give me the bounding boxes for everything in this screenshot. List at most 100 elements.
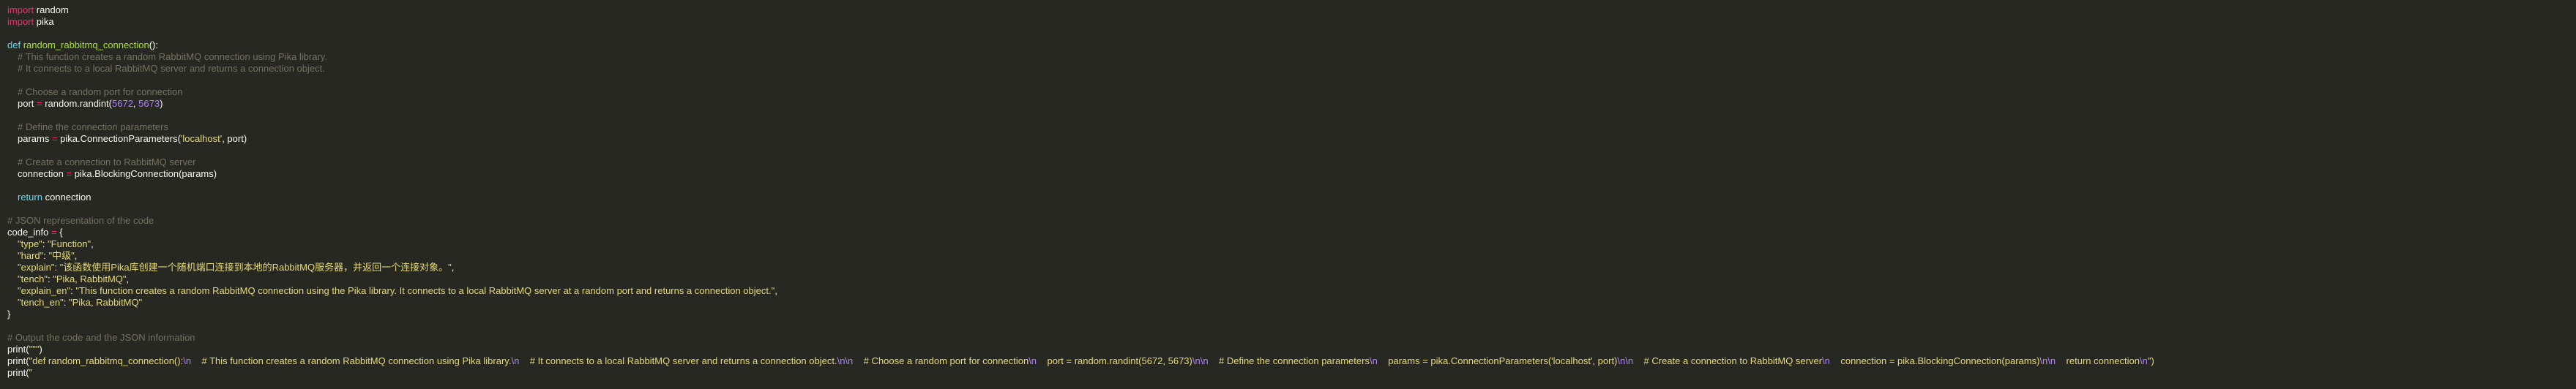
string: params = pika.ConnectionParameters('loca… — [1377, 355, 1618, 366]
escape-sequence: \n — [183, 355, 192, 366]
code-line: # Choose a random port for connection — [7, 86, 2576, 98]
operator: = — [66, 168, 72, 179]
string-value: "Pika, RabbitMQ" — [68, 297, 143, 308]
code-line: print("def random_rabbitmq_connection():… — [7, 355, 2576, 367]
code-line: return connection — [7, 192, 2576, 203]
code-line: "tench_en": "Pika, RabbitMQ" — [7, 297, 2576, 309]
escape-sequence: \n\n — [2039, 355, 2056, 366]
escape-sequence: \n\n — [1617, 355, 1634, 366]
string-value: "Pika, RabbitMQ" — [53, 273, 127, 284]
comment: # Define the connection parameters — [18, 121, 168, 132]
string-value: "中级" — [48, 250, 75, 261]
string-key: "tench_en" — [18, 297, 64, 308]
code-line: params = pika.ConnectionParameters('loca… — [7, 133, 2576, 145]
escape-sequence: \n — [511, 355, 520, 366]
string: """ — [29, 344, 40, 355]
keyword: import — [7, 4, 34, 15]
code-text: , — [91, 238, 94, 249]
code-text: } — [7, 309, 11, 320]
string-value: "This function creates a random RabbitMQ… — [75, 285, 775, 296]
code-line: # JSON representation of the code — [7, 215, 2576, 227]
code-line: def random_rabbitmq_connection(): — [7, 39, 2576, 51]
code-line: code_info = { — [7, 227, 2576, 238]
string: # This function creates a random RabbitM… — [191, 355, 512, 366]
code-text: params — [18, 133, 52, 144]
code-text: port — [18, 98, 37, 109]
comment: # Output the code and the JSON informati… — [7, 332, 195, 343]
keyword: return — [18, 192, 42, 203]
code-text: ) — [160, 98, 163, 109]
string: port = random.randint(5672, 5673) — [1037, 355, 1192, 366]
string: 'localhost' — [180, 133, 223, 144]
code-text: : — [63, 297, 69, 308]
escape-sequence: \n — [1822, 355, 1830, 366]
string: # Create a connection to RabbitMQ server — [1633, 355, 1823, 366]
code-text: , — [774, 285, 777, 296]
code-line: print(""") — [7, 344, 2576, 355]
code-text: pika — [34, 16, 54, 27]
code-text: print( — [7, 367, 29, 378]
escape-sequence: \n\n — [837, 355, 854, 366]
comment: # JSON representation of the code — [7, 215, 154, 226]
code-text: ) — [39, 344, 42, 355]
escape-sequence: \n\n — [1192, 355, 1209, 366]
string: # Define the connection parameters — [1208, 355, 1370, 366]
code-text: pika.BlockingConnection(params) — [72, 168, 217, 179]
code-text: random — [34, 4, 69, 15]
code-text: print( — [7, 344, 29, 355]
code-text: connection — [18, 168, 67, 179]
code-editor[interactable]: import random import pika def random_rab… — [0, 0, 2576, 389]
string-key: "tench" — [18, 273, 48, 284]
code-text: , port) — [222, 133, 247, 144]
number: 5672 — [112, 98, 133, 109]
escape-sequence: \n — [1369, 355, 1378, 366]
code-line: # Create a connection to RabbitMQ server — [7, 156, 2576, 168]
code-line: import random — [7, 4, 2576, 16]
string: "def random_rabbitmq_connection(): — [29, 355, 184, 366]
code-text: : — [42, 238, 48, 249]
code-line: port = random.randint(5672, 5673) — [7, 98, 2576, 110]
operator: = — [37, 98, 42, 109]
keyword: def — [7, 39, 21, 50]
comment: # Create a connection to RabbitMQ server — [18, 156, 196, 167]
string-key: "type" — [18, 238, 42, 249]
string-value: "Function" — [48, 238, 92, 249]
code-line: } — [7, 309, 2576, 320]
code-text: : — [54, 262, 60, 273]
escape-sequence: \n — [1028, 355, 1037, 366]
comment: # It connects to a local RabbitMQ server… — [18, 63, 325, 74]
string-key: "hard" — [18, 250, 44, 261]
code-text: pika.ConnectionParameters( — [57, 133, 181, 144]
operator: = — [51, 227, 57, 238]
code-line: import pika — [7, 16, 2576, 28]
function-name: random_rabbitmq_connection — [23, 39, 149, 50]
string: return connection — [2056, 355, 2140, 366]
code-line: "explain_en": "This function creates a r… — [7, 285, 2576, 297]
code-line: # It connects to a local RabbitMQ server… — [7, 63, 2576, 75]
code-line: print(" — [7, 367, 2576, 379]
string: # Choose a random port for connection — [853, 355, 1029, 366]
code-text: print( — [7, 355, 29, 366]
escape-sequence: \n — [2140, 355, 2148, 366]
code-line: "type": "Function", — [7, 238, 2576, 250]
code-text: code_info — [7, 227, 51, 238]
code-line: "tench": "Pika, RabbitMQ", — [7, 273, 2576, 285]
comment: # Choose a random port for connection — [18, 86, 183, 97]
operator: = — [51, 133, 58, 144]
string-key: "explain_en" — [18, 285, 71, 296]
number: 5673 — [138, 98, 160, 109]
code-text: random.randint( — [42, 98, 112, 109]
code-line: "hard": "中级", — [7, 250, 2576, 262]
code-text: , — [451, 262, 455, 273]
string-value: "该函数使用Pika库创建一个随机端口连接到本地的RabbitMQ服务器，并返回… — [59, 262, 452, 273]
keyword: import — [7, 16, 34, 27]
code-text: , — [126, 273, 130, 284]
string: connection = pika.BlockingConnection(par… — [1829, 355, 2040, 366]
code-line: # This function creates a random RabbitM… — [7, 51, 2576, 63]
